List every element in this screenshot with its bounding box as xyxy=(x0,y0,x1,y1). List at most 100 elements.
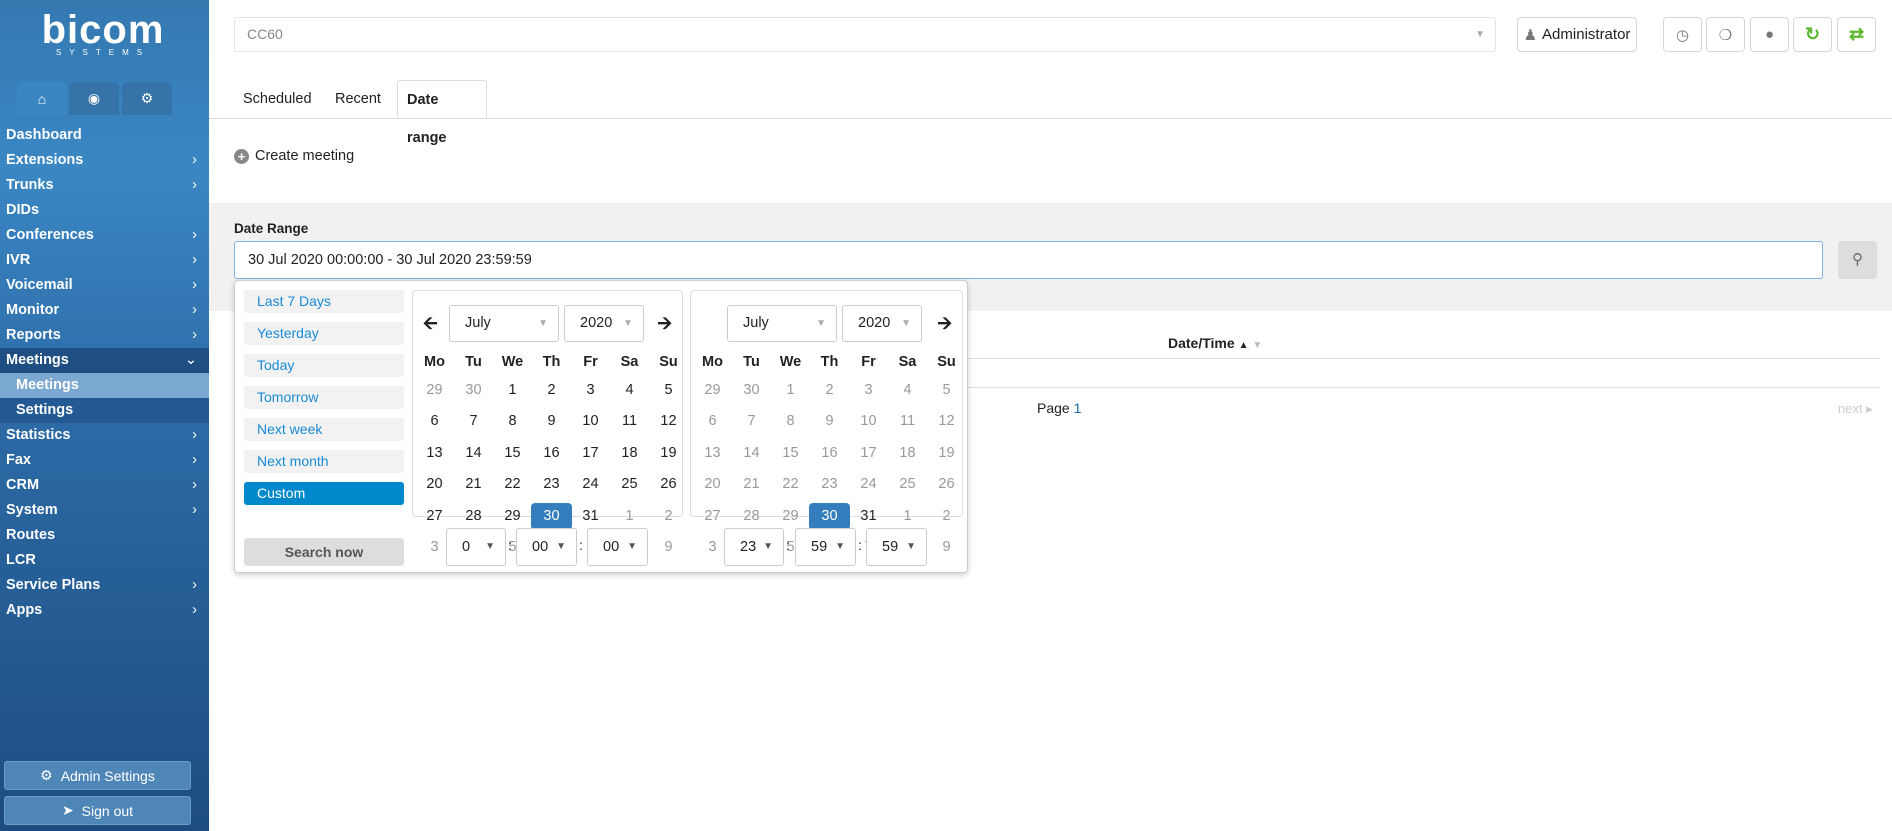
calendar-day[interactable]: 6 xyxy=(693,406,732,437)
calendar-day[interactable]: 5 xyxy=(649,375,688,406)
sidebar-item-dids[interactable]: DIDs xyxy=(0,198,209,223)
prev-month-arrow-icon[interactable]: 🡨 xyxy=(423,311,438,341)
range-next-week[interactable]: Next week xyxy=(244,418,404,441)
sidebar-item-meetings-sub[interactable]: Meetings xyxy=(0,373,209,398)
search-now-button[interactable]: Search now xyxy=(244,538,404,566)
calendar-day[interactable]: 31 xyxy=(571,501,610,532)
next-month-arrow-icon[interactable]: 🡪 xyxy=(937,311,952,341)
calendar-day-selected[interactable]: 30 xyxy=(809,502,850,530)
calendar-day[interactable]: 8 xyxy=(493,406,532,437)
sidebar-item-extensions[interactable]: Extensions › xyxy=(0,148,209,173)
calendar-day[interactable]: 2 xyxy=(649,501,688,532)
home-icon[interactable]: ⌂ xyxy=(17,82,67,115)
calendar-day[interactable]: 7 xyxy=(732,406,771,437)
admin-settings-button[interactable]: ⚙ Admin Settings xyxy=(4,761,191,790)
range-next-month[interactable]: Next month xyxy=(244,450,404,473)
calendar-day[interactable]: 21 xyxy=(454,469,493,500)
calendar-day-selected[interactable]: 30 xyxy=(531,502,572,530)
calendar-day[interactable]: 27 xyxy=(415,501,454,532)
calendar-day[interactable]: 23 xyxy=(810,469,849,500)
calendar-day[interactable]: 5 xyxy=(927,375,966,406)
calendar-day[interactable]: 8 xyxy=(771,406,810,437)
month-select[interactable]: July ▼ xyxy=(727,305,837,342)
sidebar-item-routes[interactable]: Routes xyxy=(0,523,209,548)
sign-out-button[interactable]: ➤ Sign out xyxy=(4,796,191,825)
calendar-day[interactable]: 15 xyxy=(771,438,810,469)
sidebar-item-voicemail[interactable]: Voicemail › xyxy=(0,273,209,298)
next-month-arrow-icon[interactable]: 🡪 xyxy=(657,311,672,341)
calendar-day[interactable]: 2 xyxy=(927,501,966,532)
calendar-day[interactable]: 16 xyxy=(810,438,849,469)
calendar-day[interactable]: 1 xyxy=(888,501,927,532)
calendar-day[interactable]: 25 xyxy=(888,469,927,500)
calendar-day[interactable]: 24 xyxy=(571,469,610,500)
calendar-day[interactable]: 23 xyxy=(532,469,571,500)
calendar-day[interactable]: 26 xyxy=(649,469,688,500)
user-menu-button[interactable]: ♟ Administrator xyxy=(1517,17,1637,52)
start-hour-select[interactable]: 0 ▼ xyxy=(446,528,506,566)
calendar-day[interactable]: 25 xyxy=(610,469,649,500)
sidebar-item-apps[interactable]: Apps › xyxy=(0,598,209,623)
month-select[interactable]: July ▼ xyxy=(449,305,559,342)
sidebar-item-lcr[interactable]: LCR xyxy=(0,548,209,573)
range-custom[interactable]: Custom xyxy=(244,482,404,505)
calendar-day[interactable]: 19 xyxy=(927,438,966,469)
sidebar-item-fax[interactable]: Fax › xyxy=(0,448,209,473)
calendar-day[interactable]: 31 xyxy=(849,501,888,532)
year-select[interactable]: 2020 ▼ xyxy=(564,305,644,342)
calendar-day[interactable]: 29 xyxy=(493,501,532,532)
calendar-day[interactable]: 2 xyxy=(532,375,571,406)
start-second-select[interactable]: 00 ▼ xyxy=(587,528,648,566)
cogs-icon[interactable]: ⚙ xyxy=(122,82,172,115)
calendar-day[interactable]: 3 xyxy=(571,375,610,406)
sort-desc-icon[interactable]: ▼ xyxy=(1252,340,1262,351)
range-last-7-days[interactable]: Last 7 Days xyxy=(244,290,404,313)
calendar-day[interactable]: 19 xyxy=(649,438,688,469)
sidebar-item-monitor[interactable]: Monitor › xyxy=(0,298,209,323)
sort-asc-icon[interactable]: ▲ xyxy=(1239,340,1249,351)
calendar-day[interactable]: 18 xyxy=(888,438,927,469)
calendar-day[interactable]: 13 xyxy=(415,438,454,469)
sidebar-item-system[interactable]: System › xyxy=(0,498,209,523)
column-header-datetime[interactable]: Date/Time ▲ ▼ xyxy=(1168,335,1262,351)
clock-icon[interactable]: ◷ xyxy=(1663,17,1702,52)
tenant-select[interactable]: CC60 ▼ xyxy=(234,17,1496,52)
sidebar-item-conferences[interactable]: Conferences › xyxy=(0,223,209,248)
calendar-day[interactable]: 29 xyxy=(415,375,454,406)
calendar-day[interactable]: 17 xyxy=(849,438,888,469)
calendar-day[interactable]: 12 xyxy=(927,406,966,437)
calendar-day[interactable]: 28 xyxy=(454,501,493,532)
calendar-day[interactable]: 9 xyxy=(532,406,571,437)
calendar-day[interactable]: 27 xyxy=(693,501,732,532)
calendar-day[interactable]: 17 xyxy=(571,438,610,469)
calendar-day[interactable]: 9 xyxy=(927,532,966,563)
calendar-day[interactable]: 13 xyxy=(693,438,732,469)
calendar-day[interactable]: 20 xyxy=(693,469,732,500)
calendar-day[interactable]: 22 xyxy=(493,469,532,500)
calendar-day[interactable]: 1 xyxy=(771,375,810,406)
calendar-day[interactable]: 10 xyxy=(571,406,610,437)
sidebar-item-statistics[interactable]: Statistics › xyxy=(0,423,209,448)
calendar-day[interactable]: 30 xyxy=(732,375,771,406)
calendar-day[interactable]: 16 xyxy=(532,438,571,469)
calendar-day[interactable]: 3 xyxy=(849,375,888,406)
calendar-day[interactable]: 11 xyxy=(610,406,649,437)
calendar-day[interactable]: 1 xyxy=(493,375,532,406)
sidebar-item-settings-sub[interactable]: Settings xyxy=(0,398,209,423)
lifebuoy-icon[interactable]: ❍ xyxy=(1706,17,1745,52)
calendar-day[interactable]: 6 xyxy=(415,406,454,437)
sidebar-item-crm[interactable]: CRM › xyxy=(0,473,209,498)
end-hour-select[interactable]: 23 ▼ xyxy=(724,528,784,566)
calendar-day[interactable]: 4 xyxy=(610,375,649,406)
next-page-link[interactable]: next ▸ xyxy=(1838,401,1873,417)
calendar-day[interactable]: 29 xyxy=(693,375,732,406)
calendar-day[interactable]: 15 xyxy=(493,438,532,469)
calendar-day[interactable]: 10 xyxy=(849,406,888,437)
create-meeting-button[interactable]: + Create meeting xyxy=(234,148,354,164)
sidebar-item-ivr[interactable]: IVR › xyxy=(0,248,209,273)
calendar-day[interactable]: 14 xyxy=(454,438,493,469)
start-minute-select[interactable]: 00 ▼ xyxy=(516,528,577,566)
headset-icon[interactable]: ◉ xyxy=(69,82,119,115)
calendar-day[interactable]: 9 xyxy=(810,406,849,437)
sidebar-item-reports[interactable]: Reports › xyxy=(0,323,209,348)
